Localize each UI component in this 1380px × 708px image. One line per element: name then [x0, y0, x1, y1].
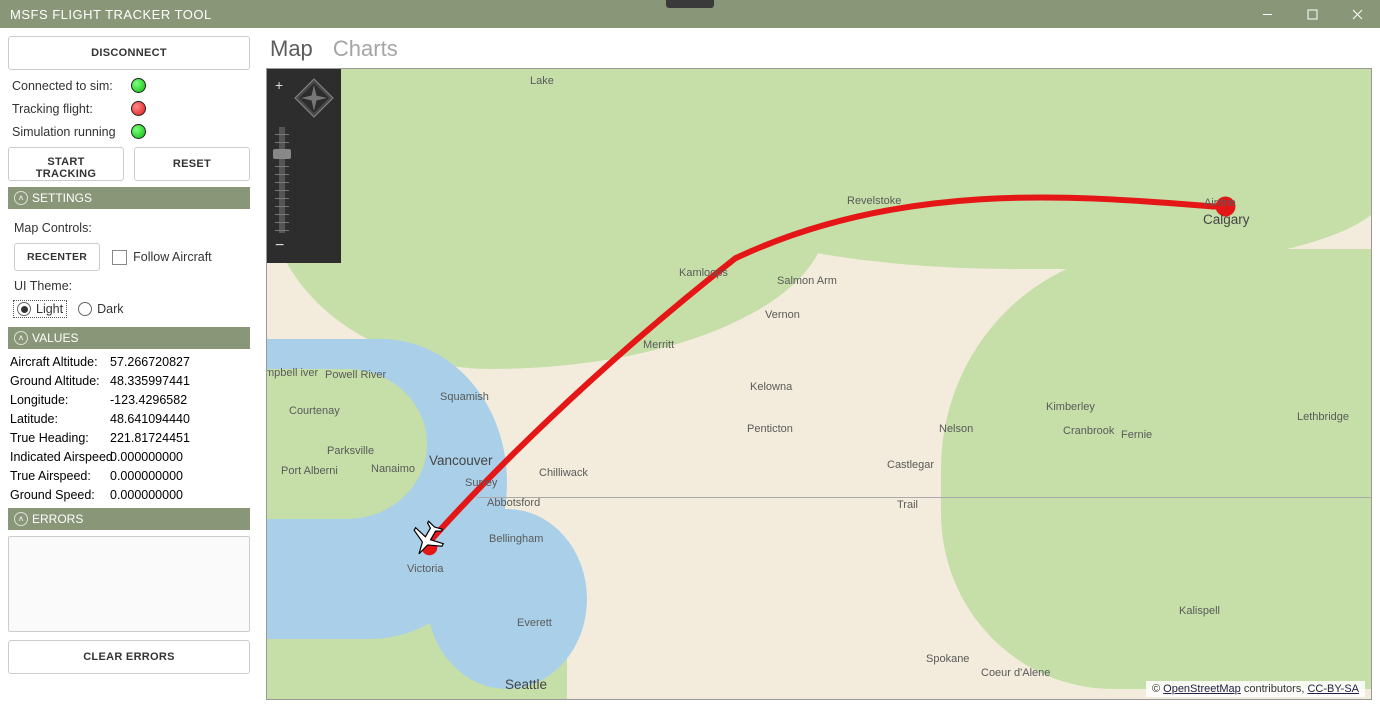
disconnect-button[interactable]: DISCONNECT [8, 36, 250, 70]
map[interactable]: + − LakeRevelstokeAirdrieCalgaryKamloops… [266, 68, 1372, 700]
border-line [477, 497, 1372, 498]
chevron-up-icon: ˄ [14, 512, 28, 526]
settings-header-label: SETTINGS [32, 191, 92, 205]
map-controls-label: Map Controls: [14, 221, 244, 235]
maximize-button[interactable] [1290, 0, 1335, 28]
pan-rose-control[interactable] [293, 77, 335, 119]
values-header-label: VALUES [32, 331, 78, 345]
values-grid: Aircraft Altitude:57.266720827 Ground Al… [8, 355, 250, 502]
value-label: Latitude: [10, 412, 110, 426]
status-connected-indicator [131, 78, 146, 93]
value-label: Ground Altitude: [10, 374, 110, 388]
follow-aircraft-checkbox[interactable] [112, 250, 127, 265]
zoom-out-button[interactable]: − [275, 237, 284, 255]
land-region [941, 249, 1371, 689]
land-region [267, 369, 427, 519]
map-attribution: © OpenStreetMap contributors, CC-BY-SA [1146, 681, 1365, 697]
value-label: Indicated Airspeed [10, 450, 110, 464]
settings-header[interactable]: ˄ SETTINGS [8, 187, 250, 209]
reset-button[interactable]: RESET [134, 147, 250, 181]
license-link[interactable]: CC-BY-SA [1307, 683, 1359, 695]
status-connected-label: Connected to sim: [12, 79, 131, 93]
start-tracking-button[interactable]: START TRACKING [8, 147, 124, 181]
follow-aircraft-label: Follow Aircraft [133, 250, 212, 264]
zoom-in-button[interactable]: + [275, 77, 283, 93]
value-number: 57.266720827 [110, 355, 248, 369]
value-number: 48.641094440 [110, 412, 248, 426]
sidebar: DISCONNECT Connected to sim: Tracking fl… [0, 28, 258, 708]
value-label: Aircraft Altitude: [10, 355, 110, 369]
status-simrunning-label: Simulation running [12, 125, 131, 139]
value-number: 48.335997441 [110, 374, 248, 388]
values-header[interactable]: ˄ VALUES [8, 327, 250, 349]
top-grab-handle [666, 0, 714, 8]
value-number: 0.000000000 [110, 488, 248, 502]
chevron-up-icon: ˄ [14, 191, 28, 205]
value-number: 0.000000000 [110, 450, 248, 464]
window-controls [1245, 0, 1380, 28]
tab-map[interactable]: Map [270, 36, 313, 61]
value-number: -123.4296582 [110, 393, 248, 407]
status-tracking-label: Tracking flight: [12, 102, 131, 116]
settings-body: Map Controls: RECENTER Follow Aircraft U… [8, 215, 250, 321]
land-region [647, 69, 1372, 269]
window-title: MSFS FLIGHT TRACKER TOOL [10, 7, 212, 22]
theme-dark-radio[interactable] [78, 302, 92, 316]
theme-light-radio[interactable] [17, 302, 31, 316]
minimize-button[interactable] [1245, 0, 1290, 28]
close-button[interactable] [1335, 0, 1380, 28]
value-label: Ground Speed: [10, 488, 110, 502]
value-label: Longitude: [10, 393, 110, 407]
water-region [427, 509, 587, 689]
value-number: 0.000000000 [110, 469, 248, 483]
ui-theme-label: UI Theme: [14, 279, 244, 293]
errors-header-label: ERRORS [32, 512, 83, 526]
value-number: 221.81724451 [110, 431, 248, 445]
errors-header[interactable]: ˄ ERRORS [8, 508, 250, 530]
status-tracking-indicator [131, 101, 146, 116]
value-label: True Heading: [10, 431, 110, 445]
zoom-slider-thumb[interactable] [273, 149, 291, 159]
clear-errors-button[interactable]: CLEAR ERRORS [8, 640, 250, 674]
status-panel: Connected to sim: Tracking flight: Simul… [8, 76, 250, 141]
tab-charts[interactable]: Charts [333, 36, 398, 61]
theme-dark-label: Dark [97, 302, 123, 316]
map-nav-controls: + − [267, 69, 341, 263]
errors-textbox[interactable] [8, 536, 250, 632]
recenter-button[interactable]: RECENTER [14, 243, 100, 271]
theme-light-label: Light [36, 302, 63, 316]
status-simrunning-indicator [131, 124, 146, 139]
value-label: True Airspeed: [10, 469, 110, 483]
tabs: Map Charts [266, 34, 1372, 68]
zoom-slider[interactable] [279, 127, 285, 233]
chevron-up-icon: ˄ [14, 331, 28, 345]
osm-link[interactable]: OpenStreetMap [1163, 683, 1241, 695]
